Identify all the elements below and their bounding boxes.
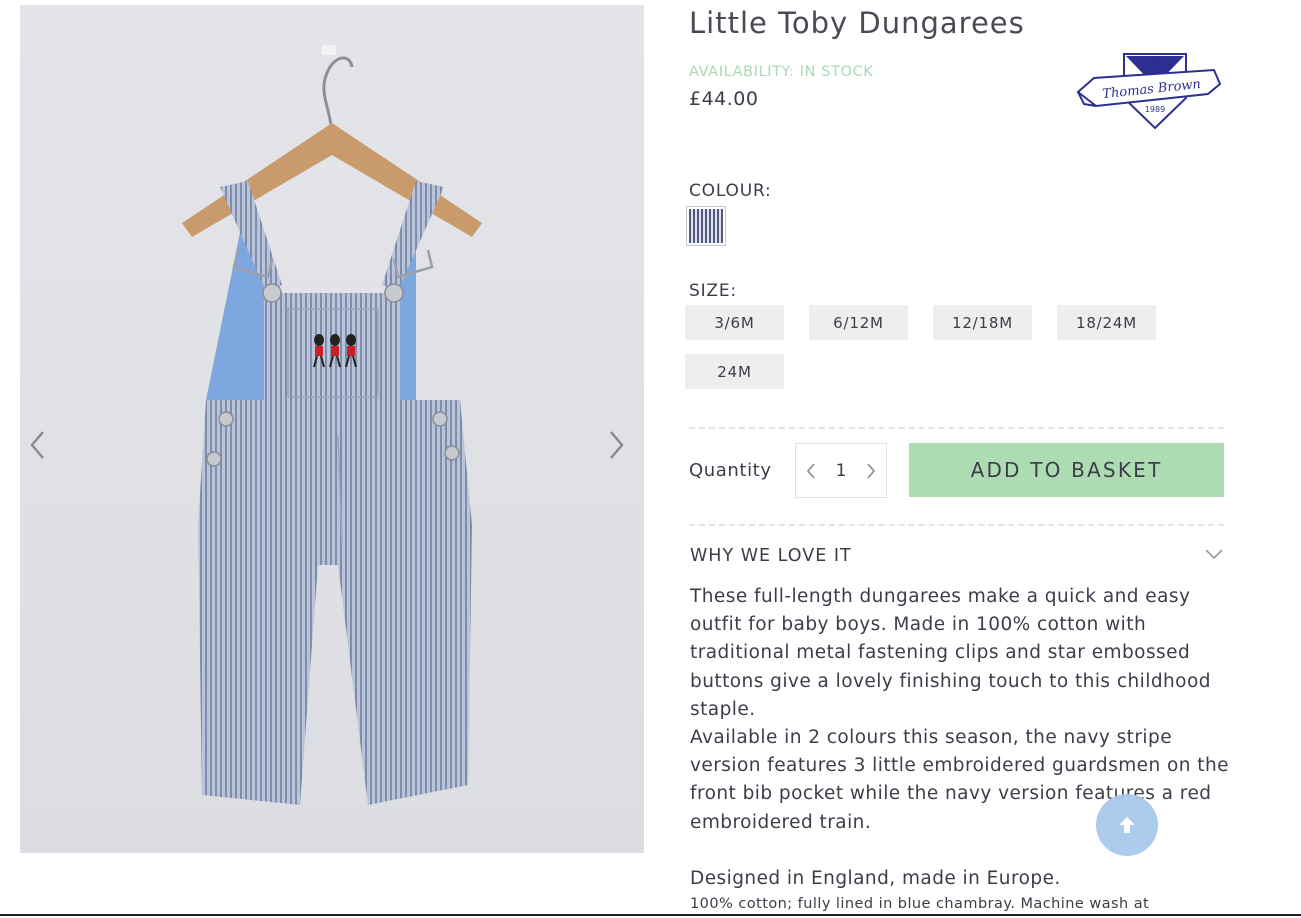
quantity-stepper [795,443,887,498]
colour-swatch-navy-stripe[interactable] [686,206,726,246]
size-option-18-24m[interactable]: 18/24M [1057,305,1156,340]
availability-status: AVAILABILITY: IN STOCK [689,64,874,80]
divider [689,524,1224,526]
product-price: £44.00 [689,88,759,110]
care-info: 100% cotton; fully lined in blue chambra… [690,896,1150,912]
product-title: Little Toby Dungarees [689,6,1025,40]
size-option-6-12m[interactable]: 6/12M [809,305,908,340]
quantity-increase-button[interactable] [862,462,880,480]
divider [689,427,1224,429]
colour-label: COLOUR: [689,181,772,201]
why-we-love-it-toggle[interactable]: WHY WE LOVE IT [690,544,1224,568]
size-label: SIZE: [689,281,737,301]
chevron-right-icon [610,431,624,459]
size-option-24m[interactable]: 24M [685,354,784,389]
brand-logo: EST. Thomas Brown 1989 [1076,53,1222,130]
page-bottom-border [0,914,1301,916]
back-to-top-button[interactable] [1096,794,1158,856]
chevron-right-icon [867,462,876,479]
quantity-decrease-button[interactable] [802,462,820,480]
previous-image-arrow[interactable] [22,420,52,470]
chevron-left-icon [30,431,44,459]
product-description: These full-length dungarees make a quick… [690,583,1235,893]
quantity-label: Quantity [689,460,772,481]
brand-year-text: 1989 [1145,105,1165,114]
quantity-input[interactable] [823,460,859,481]
accordion-title: WHY WE LOVE IT [690,546,852,566]
arrow-up-icon [1119,817,1135,833]
description-paragraph: These full-length dungarees make a quick… [690,586,1211,720]
size-option-12-18m[interactable]: 12/18M [933,305,1032,340]
description-paragraph: Designed in England, made in Europe. [690,867,1061,889]
chevron-left-icon [806,462,815,479]
product-photo [20,5,644,853]
size-option-3-6m[interactable]: 3/6M [685,305,784,340]
product-image-gallery [20,5,644,853]
next-image-arrow[interactable] [602,420,632,470]
chevron-down-icon [1205,549,1223,560]
brand-est-text: EST. [1147,58,1164,67]
swatch-pattern [689,209,723,243]
add-to-basket-button[interactable]: ADD TO BASKET [909,443,1224,497]
